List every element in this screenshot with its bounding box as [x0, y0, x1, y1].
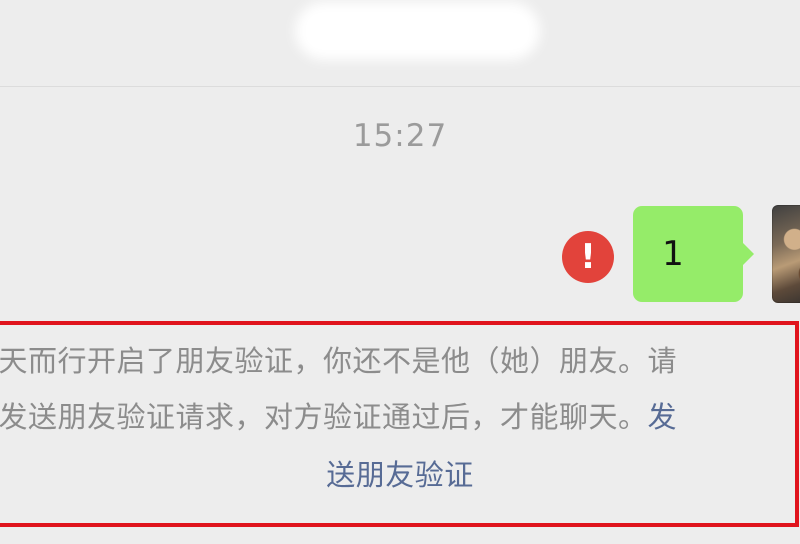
exclamation-icon[interactable]: !: [562, 231, 614, 283]
friend-verification-notice-line1: 逆天而行开启了朋友验证，你还不是他（她）朋友。请: [0, 344, 678, 378]
message-timestamp: 15:27: [352, 118, 448, 154]
send-verification-link-start[interactable]: 发: [648, 400, 678, 434]
chat-header: [0, 0, 800, 87]
send-verification-link[interactable]: 送朋友验证: [0, 452, 800, 494]
contact-name-title: [295, 2, 540, 60]
friend-verification-notice-line2: 先发送朋友验证请求，对方验证通过后，才能聊天。发: [0, 394, 677, 436]
avatar[interactable]: [772, 205, 800, 303]
friend-verification-notice-text: 先发送朋友验证请求，对方验证通过后，才能聊天。: [0, 400, 648, 434]
message-bubble[interactable]: 1: [633, 206, 754, 302]
bottom-area: [0, 527, 800, 544]
